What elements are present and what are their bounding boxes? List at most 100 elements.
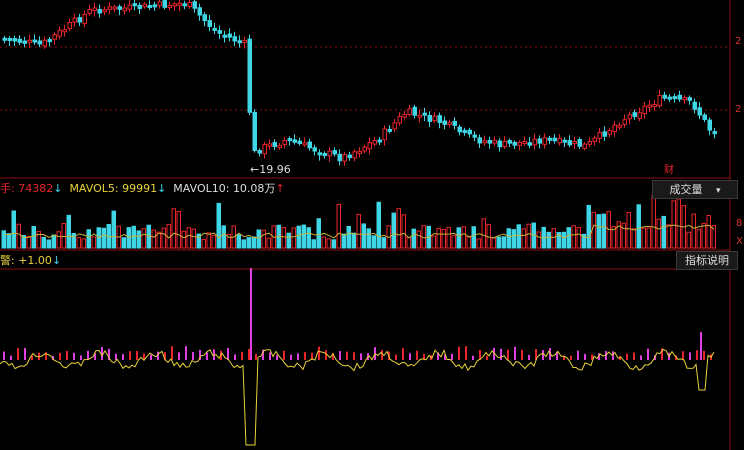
low-price-marker: ←19.96 <box>250 163 291 176</box>
candle-body <box>612 124 617 133</box>
volume-bar <box>56 231 61 249</box>
candle-body <box>627 114 632 120</box>
volume-bar <box>441 228 446 249</box>
volume-bar <box>506 228 511 249</box>
volume-bar <box>241 239 246 249</box>
volume-bar <box>666 224 671 249</box>
candle-body <box>597 132 602 139</box>
candle-body <box>267 143 272 147</box>
candle-body <box>437 115 442 123</box>
volume-bar <box>361 223 366 249</box>
candle-body <box>497 140 502 148</box>
candle-body <box>47 39 52 43</box>
candle-body <box>207 20 212 28</box>
candle-body <box>607 130 612 135</box>
candle-body <box>617 124 622 128</box>
indicator-line <box>0 348 715 446</box>
candle-body <box>227 33 232 38</box>
volume-bar <box>431 235 436 249</box>
candle-body <box>707 119 712 131</box>
candle-body <box>147 4 152 8</box>
volume-bar <box>701 222 706 249</box>
candle-body <box>602 131 607 137</box>
volume-bar <box>471 226 476 249</box>
candle-body <box>567 140 572 146</box>
candle-body <box>392 122 397 130</box>
candle-body <box>222 34 227 38</box>
candle-body <box>462 129 467 133</box>
volume-bar <box>391 212 396 249</box>
candle-body <box>312 147 317 152</box>
event-badge[interactable]: 财 <box>664 164 674 177</box>
indicator-help-button[interactable]: 指标说明 <box>676 251 738 270</box>
indicator-title: 警: <box>0 254 15 267</box>
candle-body <box>162 0 167 8</box>
stock-chart[interactable] <box>0 0 744 450</box>
volume-bar <box>406 237 411 249</box>
volume-bar <box>676 198 681 249</box>
volume-bar <box>76 237 81 249</box>
volume-bar <box>401 214 406 249</box>
indicator-oscillator[interactable] <box>0 268 715 446</box>
volume-bar <box>251 236 256 249</box>
volume-bar <box>526 223 531 249</box>
up-arrow-icon: ↑ <box>275 182 285 195</box>
candle-body <box>2 37 7 41</box>
volume-bar <box>346 226 351 249</box>
volume-bars[interactable] <box>1 194 716 249</box>
dropdown-icon: ▾ <box>715 186 721 196</box>
indicator-select-button[interactable]: 成交量 ▾ <box>652 180 738 199</box>
price-axis-number: 2 <box>735 36 742 47</box>
volume-bar <box>416 230 421 249</box>
price-candlesticks[interactable] <box>2 0 717 166</box>
candle-body <box>132 3 137 7</box>
candle-body <box>667 96 672 100</box>
volume-bar <box>491 237 496 249</box>
volume-bar <box>461 226 466 249</box>
volume-bar <box>111 210 116 249</box>
volume-bar <box>176 210 181 249</box>
volume-bar <box>596 214 601 249</box>
volume-bar <box>356 213 361 249</box>
volume-bar <box>466 235 471 249</box>
candle-body <box>67 21 72 30</box>
volume-bar <box>131 225 136 249</box>
candle-body <box>27 39 32 43</box>
candle-body <box>217 30 222 34</box>
candle-body <box>322 153 327 157</box>
volume-bar <box>371 235 376 249</box>
volume-bar <box>381 237 386 249</box>
candle-body <box>92 7 97 12</box>
candle-body <box>157 1 162 6</box>
candle-body <box>172 3 177 7</box>
volume-bar <box>706 215 711 249</box>
candle-body <box>77 17 82 23</box>
candle-body <box>367 142 372 150</box>
candle-body <box>142 3 147 8</box>
candle-body <box>42 39 47 47</box>
candle-body <box>712 131 717 135</box>
indicator-value: +1.00 <box>18 254 52 267</box>
volume-bar <box>281 226 286 249</box>
volume-bar <box>121 237 126 249</box>
volume-bar <box>656 218 661 249</box>
volume-bar <box>256 229 261 249</box>
candle-body <box>562 139 567 143</box>
candle-body <box>347 154 352 159</box>
candle-body <box>102 9 107 13</box>
candle-body <box>232 36 237 42</box>
volume-bar <box>221 225 226 249</box>
volume-legend: 手: 74382↓ MAVOL5: 99991↓ MAVOL10: 10.08万… <box>0 182 285 195</box>
candle-body <box>647 104 652 108</box>
volume-axis-number: X <box>736 236 743 247</box>
candle-body <box>237 40 242 44</box>
candle-body <box>117 6 122 10</box>
candle-body <box>137 4 142 10</box>
volume-bar <box>261 229 266 249</box>
candle-body <box>402 114 407 118</box>
candle-body <box>397 115 402 124</box>
candle-body <box>547 137 552 141</box>
candle-body <box>182 3 187 7</box>
volume-bar <box>326 238 331 249</box>
volume-bar <box>161 227 166 249</box>
